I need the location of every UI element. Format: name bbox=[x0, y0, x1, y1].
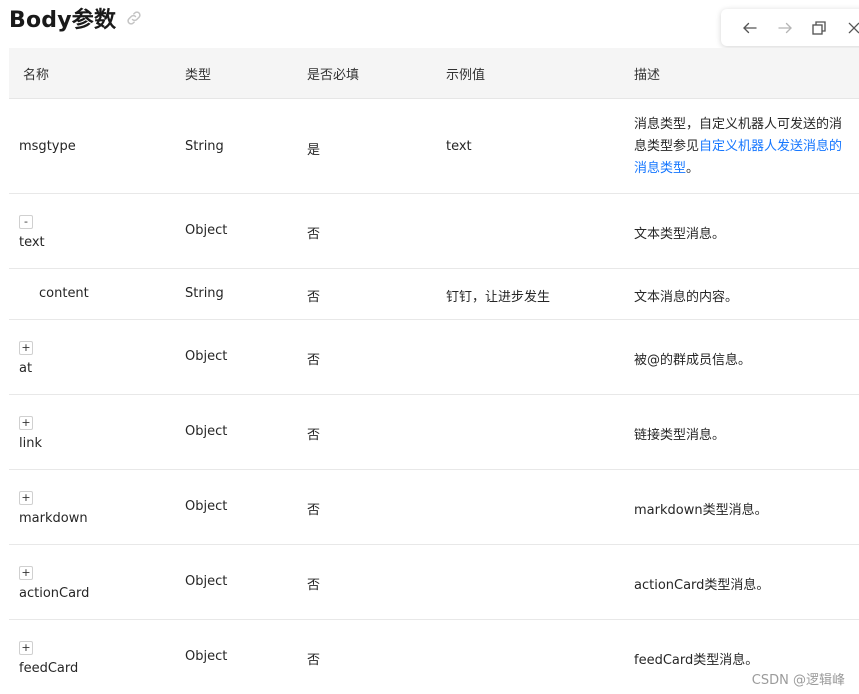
expand-toggle[interactable]: + bbox=[19, 565, 33, 580]
page-title: Body参数 bbox=[9, 8, 117, 33]
section-header: Body参数 bbox=[9, 2, 144, 34]
param-required: 否 bbox=[307, 428, 321, 443]
table-row: - text Object 否 文本类型消息。 bbox=[9, 194, 859, 269]
param-example: 钉钉，让进步发生 bbox=[446, 290, 551, 305]
param-name-cell: + actionCard bbox=[19, 565, 89, 601]
param-name-cell: + markdown bbox=[19, 490, 88, 526]
param-type: Object bbox=[185, 349, 228, 364]
param-required: 否 bbox=[307, 227, 321, 242]
param-required: 否 bbox=[307, 653, 321, 668]
param-required: 否 bbox=[307, 578, 321, 593]
expand-toggle[interactable]: + bbox=[19, 340, 33, 355]
param-name-cell: - text bbox=[19, 214, 45, 250]
body-params-table: 名称 类型 是否必填 示例值 描述 msgtype String 是 text … bbox=[9, 48, 859, 694]
header-example: 示例值 bbox=[446, 67, 486, 83]
table-row: + feedCard Object 否 feedCard类型消息。 bbox=[9, 620, 859, 694]
expand-toggle[interactable]: + bbox=[19, 415, 33, 430]
param-description: 链接类型消息。 bbox=[634, 428, 726, 443]
param-description: 被@的群成员信息。 bbox=[634, 353, 752, 368]
close-icon[interactable] bbox=[837, 10, 859, 46]
param-name-cell: + at bbox=[19, 340, 33, 376]
param-type: String bbox=[185, 286, 224, 301]
arrow-right-icon[interactable] bbox=[768, 10, 803, 46]
table-row: + at Object 否 被@的群成员信息。 bbox=[9, 320, 859, 395]
param-description: feedCard类型消息。 bbox=[634, 653, 759, 668]
link-icon[interactable] bbox=[124, 8, 144, 28]
param-name-cell: + link bbox=[19, 415, 42, 451]
table-row: + link Object 否 链接类型消息。 bbox=[9, 395, 859, 470]
param-name: actionCard bbox=[19, 586, 90, 601]
param-description: 消息类型，自定义机器人可发送的消息类型参见自定义机器人发送消息的消息类型。 bbox=[634, 114, 854, 180]
header-description: 描述 bbox=[634, 67, 661, 83]
param-type: Object bbox=[185, 223, 228, 238]
param-name: markdown bbox=[19, 511, 88, 526]
param-name: text bbox=[19, 235, 45, 250]
header-type: 类型 bbox=[185, 67, 212, 83]
param-required: 是 bbox=[307, 143, 321, 158]
param-required: 否 bbox=[307, 503, 321, 518]
watermark: CSDN @逻辑峰 bbox=[751, 673, 845, 688]
restore-window-icon[interactable] bbox=[802, 10, 837, 46]
table-row: content String 否 钉钉，让进步发生 文本消息的内容。 bbox=[9, 269, 859, 320]
floating-toolbar bbox=[721, 9, 859, 46]
param-name: content bbox=[39, 286, 89, 301]
param-type: Object bbox=[185, 649, 228, 664]
table-row: msgtype String 是 text 消息类型，自定义机器人可发送的消息类… bbox=[9, 99, 859, 194]
param-name: link bbox=[19, 436, 42, 451]
arrow-left-icon[interactable] bbox=[733, 10, 768, 46]
param-description: markdown类型消息。 bbox=[634, 503, 768, 518]
collapse-toggle[interactable]: - bbox=[19, 214, 33, 229]
param-required: 否 bbox=[307, 290, 321, 305]
param-description: 文本类型消息。 bbox=[634, 227, 726, 242]
header-name: 名称 bbox=[23, 67, 50, 83]
param-type: Object bbox=[185, 424, 228, 439]
header-required: 是否必填 bbox=[307, 67, 360, 83]
param-name: msgtype bbox=[19, 139, 76, 154]
table-row: + markdown Object 否 markdown类型消息。 bbox=[9, 470, 859, 545]
table-row: + actionCard Object 否 actionCard类型消息。 bbox=[9, 545, 859, 620]
param-name-cell: + feedCard bbox=[19, 640, 78, 676]
description-suffix: 。 bbox=[686, 161, 700, 176]
param-example: text bbox=[446, 139, 472, 154]
expand-toggle[interactable]: + bbox=[19, 640, 33, 655]
param-description: 文本消息的内容。 bbox=[634, 290, 739, 305]
param-type: Object bbox=[185, 574, 228, 589]
param-name: feedCard bbox=[19, 661, 79, 676]
param-name: at bbox=[19, 361, 33, 376]
table-header: 名称 类型 是否必填 示例值 描述 bbox=[9, 48, 859, 99]
param-type: Object bbox=[185, 499, 228, 514]
expand-toggle[interactable]: + bbox=[19, 490, 33, 505]
param-required: 否 bbox=[307, 353, 321, 368]
param-description: actionCard类型消息。 bbox=[634, 578, 770, 593]
param-type: String bbox=[185, 139, 224, 154]
